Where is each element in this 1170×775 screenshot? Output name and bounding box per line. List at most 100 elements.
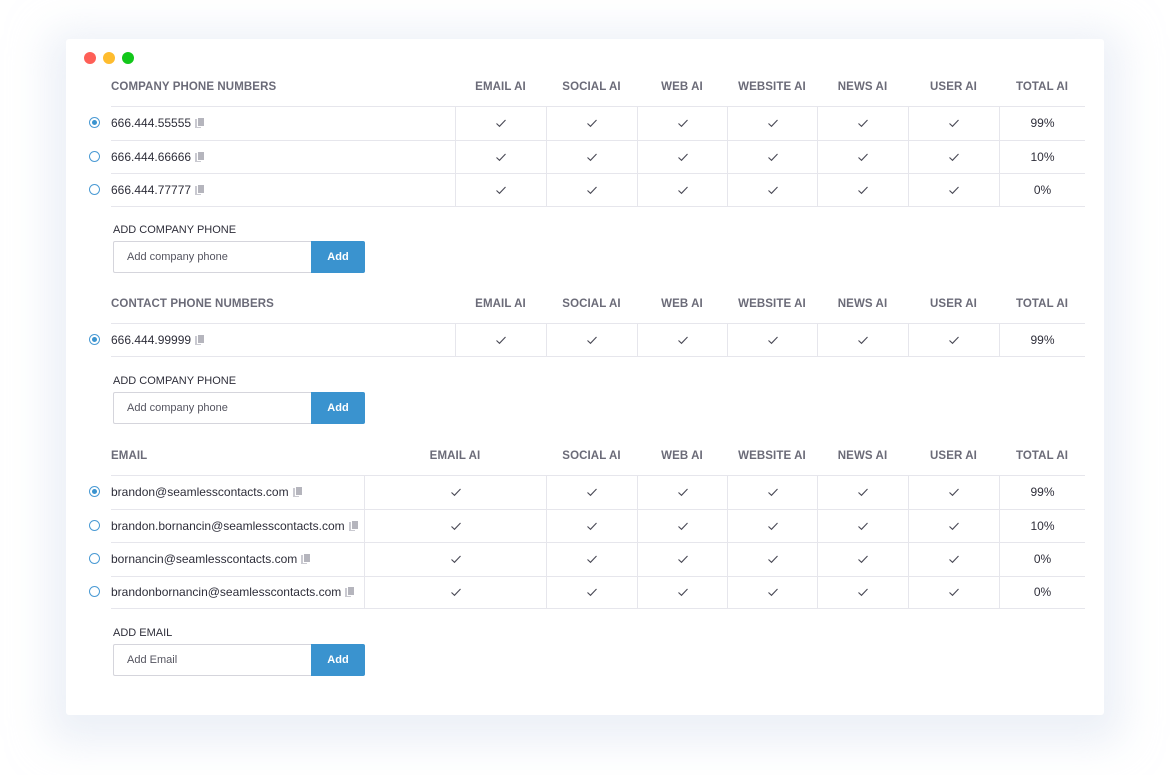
table-row: 666.444.77777 0%	[89, 173, 1085, 207]
table-body: brandon@seamlesscontacts.com 99% brandon.b…	[89, 475, 1085, 609]
copy-icon[interactable]	[292, 487, 302, 498]
select-radio[interactable]	[89, 150, 100, 162]
check-cell	[455, 324, 546, 356]
checkmark-icon	[450, 520, 462, 532]
table-row: 666.444.99999 99%	[89, 323, 1085, 357]
add-contact-phone-label: ADD COMPANY PHONE	[113, 375, 237, 387]
add-email-input[interactable]	[113, 644, 311, 676]
copy-icon[interactable]	[195, 184, 205, 195]
checkmark-icon	[586, 553, 598, 565]
checkmark-icon	[586, 151, 598, 163]
checkmark-icon	[767, 520, 779, 532]
checkmark-icon	[857, 334, 869, 346]
total-ai-value: 10%	[1030, 149, 1055, 164]
checkmark-icon	[948, 486, 960, 498]
add-company-phone-input[interactable]	[113, 241, 311, 273]
select-radio[interactable]	[89, 586, 100, 598]
checkmark-icon	[677, 586, 689, 598]
select-radio[interactable]	[89, 117, 100, 129]
copy-icon[interactable]	[348, 520, 358, 531]
add-email-form: ADD EMAIL Add	[113, 626, 365, 676]
table-row: brandonbornancin@seamlesscontacts.com 0%	[89, 575, 1085, 609]
copy-icon[interactable]	[301, 554, 311, 565]
minimize-window-button[interactable]	[103, 52, 115, 64]
check-cell	[637, 140, 727, 173]
emails-table: EMAIL EMAIL AI SOCIAL AI WEB AI WEBSITE AI NE…	[89, 446, 1085, 609]
value-text: 666.444.99999	[111, 332, 192, 347]
checkmark-icon	[857, 553, 869, 565]
check-cell	[637, 324, 727, 356]
select-radio[interactable]	[89, 183, 100, 195]
check-cell	[817, 509, 908, 542]
copy-icon[interactable]	[195, 151, 205, 162]
check-cell	[546, 107, 637, 140]
check-cell	[908, 509, 999, 542]
value-text: brandon.bornancin@seamlesscontacts.com	[111, 518, 345, 533]
checkmark-icon	[586, 184, 598, 196]
value-text: brandonbornancin@seamlesscontacts.com	[111, 585, 342, 600]
select-radio[interactable]	[89, 519, 100, 531]
total-ai-value: 99%	[1030, 485, 1055, 500]
add-email-button[interactable]: Add	[311, 644, 365, 676]
check-cell	[546, 324, 637, 356]
select-radio[interactable]	[89, 486, 100, 498]
column-header-total-ai: TOTAL AI	[1015, 298, 1069, 310]
check-cell	[727, 107, 817, 140]
check-cell	[727, 543, 817, 576]
table-title: COMPANY PHONE NUMBERS	[111, 81, 277, 93]
checkmark-icon	[767, 334, 779, 346]
checkmark-icon	[767, 486, 779, 498]
check-cell	[455, 140, 546, 173]
check-cell	[817, 576, 908, 608]
contact-phones-table: CONTACT PHONE NUMBERS EMAIL AI SOCIAL AI WE…	[89, 294, 1085, 357]
checkmark-icon	[948, 553, 960, 565]
value-text: 666.444.66666	[111, 149, 192, 164]
check-cell	[546, 509, 637, 542]
check-cell	[546, 576, 637, 608]
check-cell	[727, 140, 817, 173]
select-radio[interactable]	[89, 553, 100, 565]
checkmark-icon	[586, 486, 598, 498]
checkmark-icon	[495, 117, 507, 129]
check-cell	[817, 543, 908, 576]
column-header-total-ai: TOTAL AI	[1015, 81, 1069, 93]
copy-icon[interactable]	[345, 587, 355, 598]
check-cell	[727, 476, 817, 509]
value-cell: 666.444.99999	[111, 324, 455, 356]
column-header-news-ai: NEWS AI	[837, 81, 888, 93]
checkmark-icon	[857, 184, 869, 196]
total-ai-cell: 99%	[999, 324, 1085, 356]
column-header-total-ai: TOTAL AI	[1015, 450, 1069, 462]
check-cell	[817, 324, 908, 356]
total-ai-value: 0%	[1033, 585, 1052, 600]
select-radio[interactable]	[89, 333, 100, 345]
total-ai-cell: 0%	[999, 543, 1085, 576]
app-window: COMPANY PHONE NUMBERS EMAIL AI SOCIAL AI WE…	[66, 39, 1104, 715]
check-cell	[908, 543, 999, 576]
total-ai-value: 0%	[1033, 182, 1052, 197]
total-ai-cell: 0%	[999, 174, 1085, 206]
check-cell	[455, 174, 546, 206]
add-contact-phone-input[interactable]	[113, 392, 311, 424]
check-cell	[817, 174, 908, 206]
total-ai-cell: 99%	[999, 107, 1085, 140]
checkmark-icon	[586, 586, 598, 598]
checkmark-icon	[450, 486, 462, 498]
copy-icon[interactable]	[195, 118, 205, 129]
checkmark-icon	[948, 520, 960, 532]
checkmark-icon	[948, 334, 960, 346]
copy-icon[interactable]	[195, 334, 205, 345]
column-header-website-ai: WEBSITE AI	[738, 450, 806, 462]
add-contact-phone-form: ADD COMPANY PHONE Add	[113, 374, 365, 424]
value-text: bornancin@seamlesscontacts.com	[111, 552, 298, 567]
check-cell	[817, 107, 908, 140]
add-contact-phone-button[interactable]: Add	[311, 392, 365, 424]
add-company-phone-button[interactable]: Add	[311, 241, 365, 273]
maximize-window-button[interactable]	[122, 52, 134, 64]
close-window-button[interactable]	[84, 52, 96, 64]
checkmark-icon	[677, 486, 689, 498]
table-title: CONTACT PHONE NUMBERS	[111, 298, 274, 310]
check-cell	[908, 324, 999, 356]
value-cell: bornancin@seamlesscontacts.com	[111, 543, 364, 576]
checkmark-icon	[857, 586, 869, 598]
